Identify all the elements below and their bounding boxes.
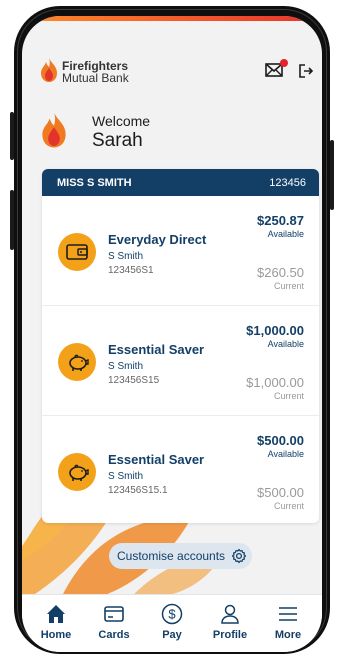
account-holder: S Smith — [108, 361, 144, 372]
account-holder: S Smith — [108, 251, 144, 262]
account-title: Essential Saver — [108, 342, 205, 357]
account-number: 123456S15 — [108, 375, 160, 386]
bank-logo-icon — [38, 57, 60, 88]
accounts-card: MISS S SMITH 123456 Everyday Direct S Sm… — [42, 169, 319, 523]
profile-icon — [221, 604, 239, 624]
account-row[interactable]: Everyday Direct S Smith 123456S1 $250.87… — [42, 196, 319, 306]
account-holder: S Smith — [108, 471, 144, 482]
nav-home-label: Home — [40, 629, 72, 641]
available-balance: $1,000.00 — [246, 323, 304, 338]
app-screen: Firefighters Mutual Bank Welcome Sarah M… — [22, 16, 322, 652]
current-balance: $260.50 — [257, 265, 304, 280]
top-accent-bar — [22, 16, 322, 21]
piggy-bank-icon — [58, 453, 96, 491]
available-balance: $250.87 — [257, 213, 304, 228]
nav-profile[interactable]: Profile — [204, 603, 256, 641]
logout-button[interactable] — [298, 63, 316, 81]
account-row[interactable]: Essential Saver S Smith 123456S15 $1,000… — [42, 306, 319, 416]
owner-name: MISS S SMITH — [57, 177, 132, 189]
customise-label: Customise accounts — [117, 549, 226, 563]
account-title: Essential Saver — [108, 452, 205, 467]
svg-text:$: $ — [168, 607, 176, 622]
available-label: Available — [267, 339, 304, 349]
current-label: Current — [273, 391, 304, 401]
home-icon — [47, 605, 65, 623]
phone-body: Firefighters Mutual Bank Welcome Sarah M… — [14, 6, 330, 654]
current-label: Current — [273, 501, 304, 511]
owner-number: 123456 — [269, 177, 306, 189]
wallet-icon — [58, 233, 96, 271]
nav-cards[interactable]: Cards — [88, 603, 140, 641]
customise-accounts-button[interactable]: Customise accounts — [109, 543, 252, 569]
account-title: Everyday Direct — [108, 232, 207, 247]
gear-icon — [231, 548, 247, 569]
nav-profile-label: Profile — [212, 629, 248, 641]
nav-pay-label: Pay — [162, 629, 182, 641]
current-balance: $500.00 — [257, 485, 304, 500]
nav-more[interactable]: More — [262, 603, 314, 641]
unread-badge — [280, 59, 288, 67]
power-button — [330, 140, 334, 210]
bottom-nav: Home Cards $ Pay Profile More — [22, 594, 322, 652]
current-balance: $1,000.00 — [246, 375, 304, 390]
nav-home[interactable]: Home — [30, 603, 82, 641]
nav-more-label: More — [274, 629, 302, 641]
account-number: 123456S15.1 — [108, 485, 168, 496]
dollar-icon: $ — [161, 603, 183, 625]
card-icon — [104, 606, 124, 622]
bank-name: Firefighters Mutual Bank — [62, 60, 129, 84]
available-label: Available — [267, 229, 304, 239]
menu-icon — [279, 607, 297, 621]
account-row[interactable]: Essential Saver S Smith 123456S15.1 $500… — [42, 416, 319, 523]
owner-bar: MISS S SMITH 123456 — [42, 169, 319, 196]
app-header: Firefighters Mutual Bank — [22, 56, 322, 90]
current-label: Current — [273, 281, 304, 291]
bank-name-line2: Mutual Bank — [62, 71, 129, 85]
available-label: Available — [267, 449, 304, 459]
logout-icon — [299, 64, 314, 78]
messages-button[interactable] — [265, 59, 288, 81]
nav-cards-label: Cards — [98, 629, 130, 641]
welcome-name: Sarah — [92, 130, 143, 151]
piggy-bank-icon — [58, 343, 96, 381]
available-balance: $500.00 — [257, 433, 304, 448]
flame-icon — [38, 111, 70, 154]
nav-pay[interactable]: $ Pay — [146, 603, 198, 641]
account-number: 123456S1 — [108, 265, 154, 276]
welcome-label: Welcome — [92, 113, 151, 129]
